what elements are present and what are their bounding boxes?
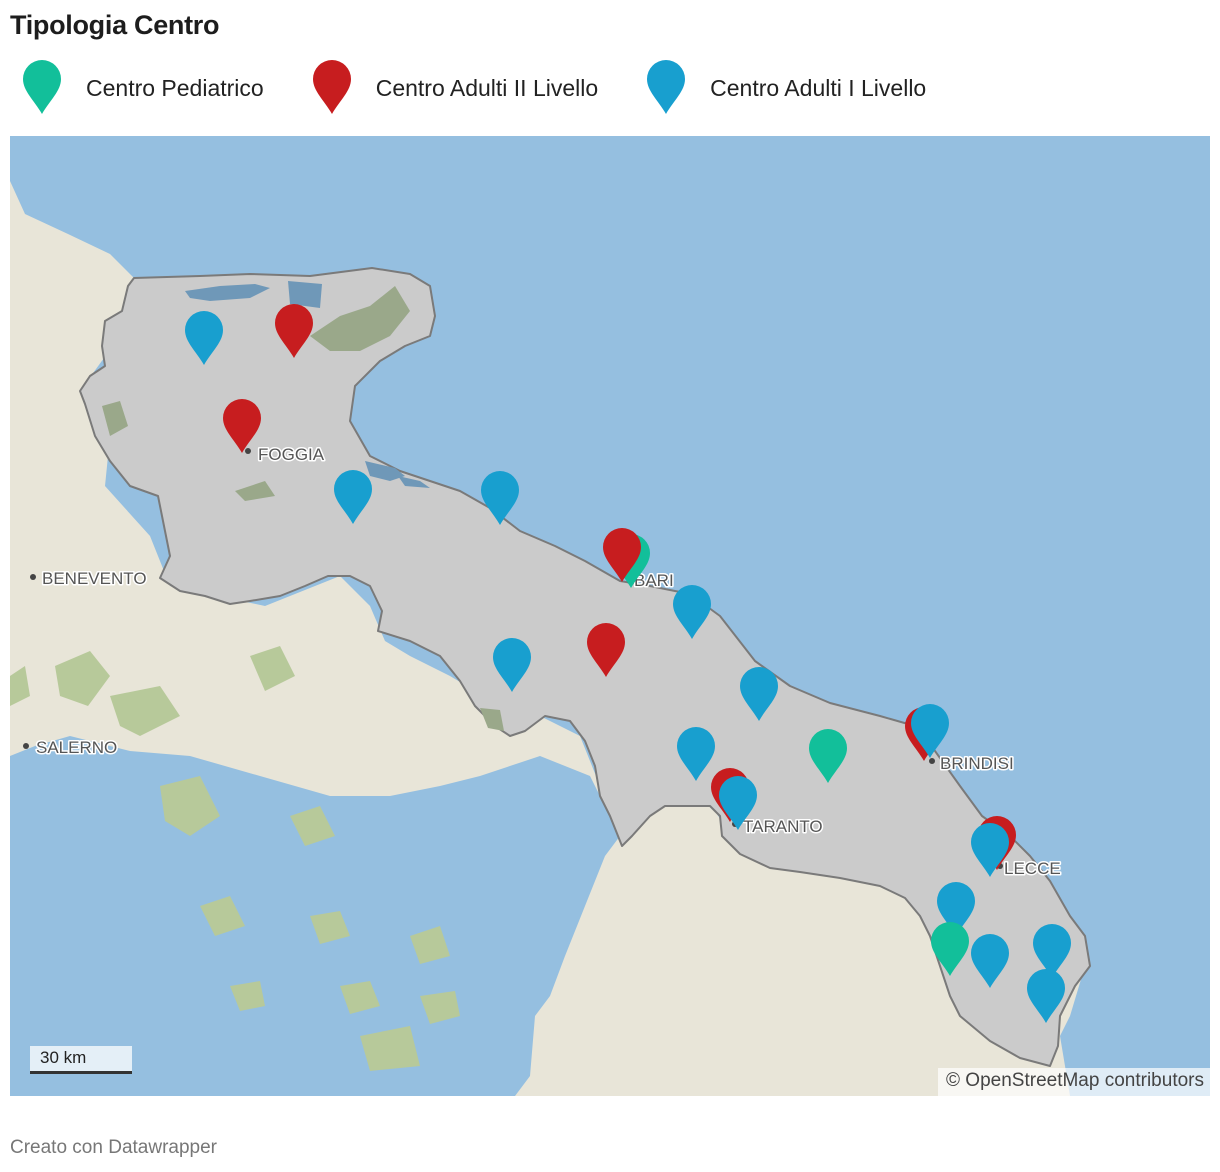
legend-label-adulti1: Centro Adulti I Livello: [710, 74, 927, 101]
chart-title: Tipologia Centro: [10, 10, 220, 40]
legend-marker-pediatrico-icon: [23, 60, 61, 114]
legend-label-adulti2: Centro Adulti II Livello: [375, 74, 599, 101]
city-label-lecce: LECCE: [1004, 859, 1061, 878]
legend-marker-adulti1-icon: [647, 60, 686, 114]
legend-item-adulti1: Centro Adulti I Livello: [642, 60, 926, 116]
city-label-foggia: FOGGIA: [258, 445, 325, 464]
legend-label-pediatrico: Centro Pediatrico: [86, 74, 264, 101]
legend-marker-adulti2-icon: [312, 60, 351, 114]
legend: Centro Pediatrico Centro Adulti II Livel…: [18, 60, 970, 116]
attribution[interactable]: © OpenStreetMap contributors: [938, 1068, 1210, 1096]
legend-item-adulti2: Centro Adulti II Livello: [308, 60, 598, 116]
city-label-benevento: BENEVENTO: [42, 569, 147, 588]
map[interactable]: FOGGIA BENEVENTO BARI SALERNO BRINDISI T…: [10, 136, 1210, 1096]
city-label-taranto: TARANTO: [743, 817, 823, 836]
footer-credit[interactable]: Creato con Datawrapper: [10, 1137, 217, 1159]
scale-label: 30 km: [40, 1048, 87, 1067]
city-label-brindisi: BRINDISI: [940, 754, 1014, 773]
scale-bar: 30 km: [30, 1046, 132, 1074]
map-canvas: FOGGIA BENEVENTO BARI SALERNO BRINDISI T…: [10, 136, 1210, 1096]
city-label-salerno: SALERNO: [36, 738, 117, 757]
legend-item-pediatrico: Centro Pediatrico: [18, 60, 264, 116]
